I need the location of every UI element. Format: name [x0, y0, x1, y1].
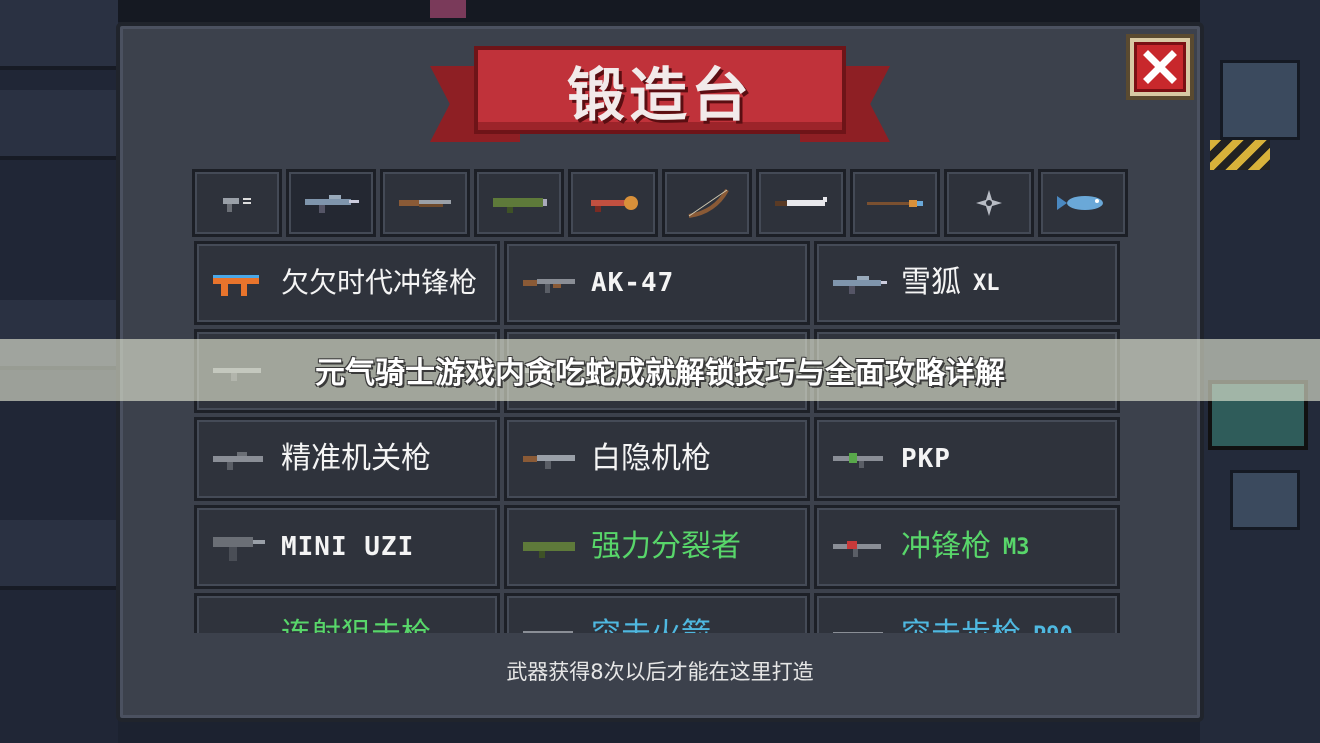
weapon-name: 欠欠时代冲锋枪 [281, 266, 478, 299]
weapon-name: 突击火箭 [591, 620, 711, 634]
tab-shotgun[interactable] [380, 169, 470, 237]
bow-icon [688, 188, 729, 218]
rocket-icon [523, 631, 573, 633]
shuriken-icon [976, 190, 1002, 216]
tab-shuriken[interactable] [944, 169, 1034, 237]
smg-orange-icon [213, 275, 259, 296]
shotgun-icon [399, 200, 451, 207]
staff-icon [591, 196, 638, 212]
wall-tile [0, 520, 118, 590]
machine-gun-icon [523, 455, 575, 469]
sniper-icon [207, 619, 271, 633]
tab-launcher[interactable] [474, 169, 564, 237]
sword-icon [775, 197, 827, 206]
title-banner: 锻造台 [430, 40, 890, 150]
weapon-name: 连射狙击枪 [281, 620, 431, 634]
close-button[interactable] [1126, 34, 1194, 100]
close-button-face[interactable] [1134, 42, 1186, 92]
weapon-card[interactable]: AK-47 [504, 241, 810, 325]
weapon-name: 雪狐 [901, 265, 961, 300]
weapon-tag: P90 [1033, 623, 1073, 634]
rifle-icon [305, 195, 359, 213]
weapon-card[interactable]: 突击火箭 [504, 593, 810, 633]
machine-pipe [1230, 470, 1300, 530]
weapon-card[interactable]: 冲锋枪 M3 [814, 505, 1120, 589]
page-title: 锻造台 [566, 61, 753, 129]
weapon-card[interactable]: 突击步枪 P90 [814, 593, 1120, 633]
fish-icon [1057, 196, 1103, 210]
wall-tile [0, 0, 118, 70]
weapon-card[interactable]: 精准机关枪 [194, 417, 500, 501]
weapon-card[interactable]: 欠欠时代冲锋枪 [194, 241, 500, 325]
weapon-tag: XL [973, 270, 1000, 296]
caption-text: 元气骑士游戏内贪吃蛇成就解锁技巧与全面攻略详解 [315, 356, 1005, 391]
weapon-card[interactable]: 白隐机枪 [504, 417, 810, 501]
tab-sword[interactable] [756, 169, 846, 237]
weapon-name: AK-47 [591, 268, 675, 298]
snow-fox-rifle-icon [833, 276, 887, 294]
pkp-icon [833, 453, 883, 468]
weapon-card[interactable]: 连射狙击枪 [194, 593, 500, 633]
tab-pistol[interactable] [192, 169, 282, 237]
weapon-name: 突击步枪 [901, 620, 1021, 634]
weapon-tag: M3 [1003, 534, 1030, 560]
machine-pipe [1220, 60, 1300, 140]
weapon-card[interactable]: 雪狐 XL [814, 241, 1120, 325]
hazard-stripe [1210, 140, 1270, 170]
ak47-icon [523, 279, 575, 293]
launcher-icon [493, 198, 547, 213]
weapon-name: 冲锋枪 [901, 529, 991, 564]
forge-hint-text: 武器获得8次以后才能在这里打造 [506, 660, 814, 684]
launcher-icon [523, 542, 575, 558]
weapon-list[interactable]: 欠欠时代冲锋枪 AK-47 雪狐 XL 精准机关枪 白隐机枪 PKP MINI … [194, 241, 1126, 633]
weapon-card[interactable]: 强力分裂者 [504, 505, 810, 589]
assault-rifle-icon [833, 632, 883, 633]
machine-gun-icon [213, 452, 263, 470]
tab-bow[interactable] [662, 169, 752, 237]
caption-banner: 元气骑士游戏内贪吃蛇成就解锁技巧与全面攻略详解 [0, 339, 1320, 401]
weapon-name: 精准机关枪 [281, 441, 431, 476]
wall-tile [0, 90, 118, 160]
ribbon-front: 锻造台 [474, 46, 846, 134]
weapon-category-tabs [192, 169, 1128, 237]
weapon-name: 强力分裂者 [591, 529, 741, 564]
background-top-strip [118, 0, 1200, 22]
close-x-icon [1143, 50, 1177, 84]
weapon-card[interactable]: MINI UZI [194, 505, 500, 589]
tab-spear[interactable] [850, 169, 940, 237]
tab-rifle[interactable] [286, 169, 376, 237]
background-prop [430, 0, 466, 18]
uzi-icon [213, 537, 265, 561]
weapon-name: 白隐机枪 [591, 441, 711, 476]
weapon-card[interactable]: PKP [814, 417, 1120, 501]
weapon-name: PKP [901, 444, 951, 474]
tab-fish[interactable] [1038, 169, 1128, 237]
spear-icon [867, 200, 923, 207]
smg-icon [833, 541, 881, 557]
tab-staff[interactable] [568, 169, 658, 237]
weapon-name: MINI UZI [281, 532, 415, 562]
pistol-icon [223, 198, 251, 212]
